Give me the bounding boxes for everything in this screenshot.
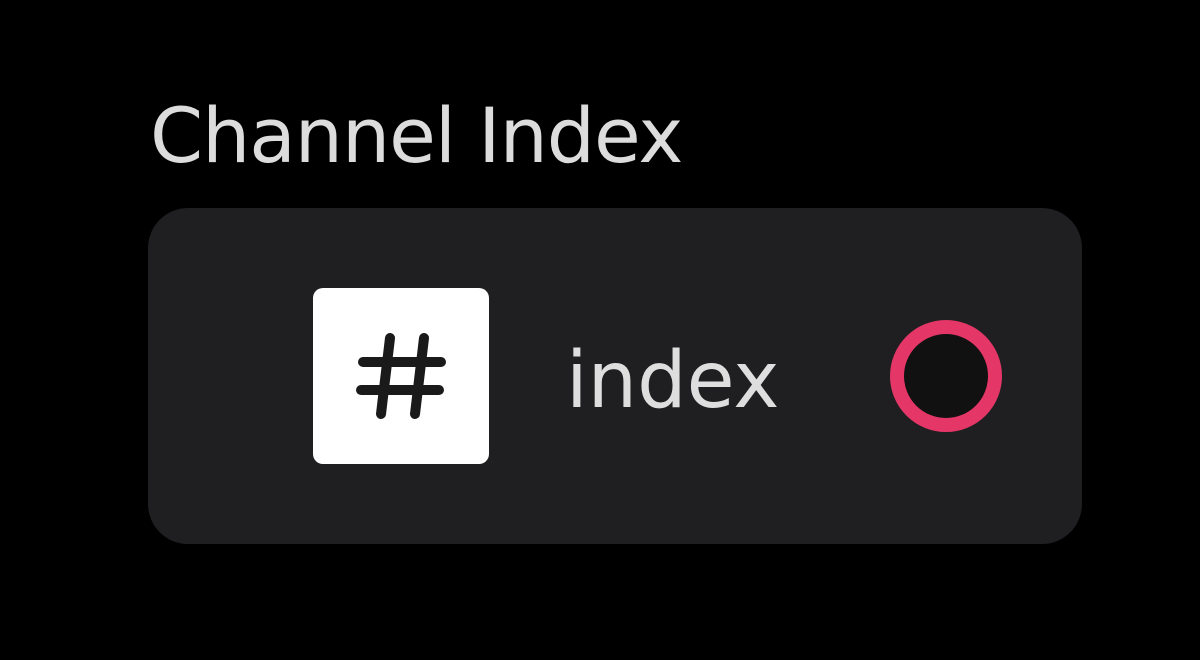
section-title: Channel Index [150, 91, 683, 180]
hash-icon [313, 288, 489, 464]
channel-item-index[interactable]: index [148, 208, 1082, 544]
channel-name: index [566, 336, 780, 426]
channel-select-radio[interactable] [890, 320, 1002, 432]
